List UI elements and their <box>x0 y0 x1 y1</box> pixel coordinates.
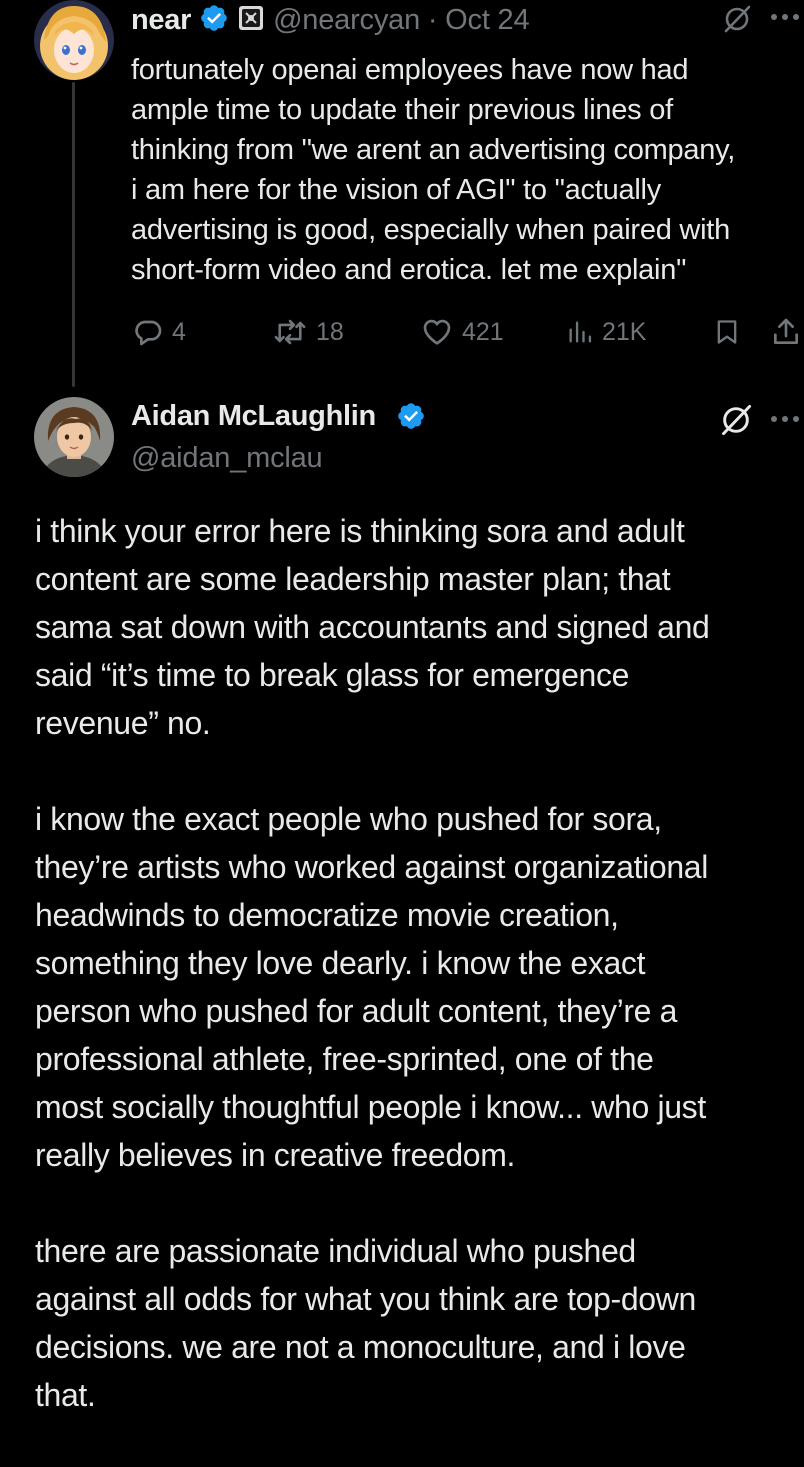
share-icon <box>774 318 798 344</box>
repost-icon <box>274 319 306 345</box>
handle[interactable]: @aidan_mclau <box>131 438 323 478</box>
tweet2-text: i think your error here is thinking sora… <box>35 507 801 1467</box>
paragraph: i know the exact people who pushed for s… <box>35 795 801 1179</box>
grok-icon[interactable] <box>722 4 752 39</box>
illustrated-avatar-icon <box>34 397 114 477</box>
text-line: against all odds for what you think are … <box>35 1281 696 1317</box>
verified-badge-icon <box>396 401 426 436</box>
like-button[interactable]: 421 <box>420 312 504 352</box>
text-line: i think your error here is thinking sora… <box>35 513 685 549</box>
tweet1-header: near @nearcyan · Oct 24 <box>131 0 530 40</box>
verified-badge-icon <box>199 3 229 38</box>
bookmark-icon <box>717 320 737 344</box>
text-line: they’re artists who worked against organ… <box>35 849 708 885</box>
text-line: sama sat down with accountants and signe… <box>35 609 710 645</box>
anime-avatar-icon <box>34 0 114 80</box>
grok-icon[interactable] <box>719 403 753 442</box>
view-count: 21K <box>602 317 647 346</box>
text-line: headwinds to democratize movie creation, <box>35 897 619 933</box>
text-line: i know the exact people who pushed for s… <box>35 801 662 837</box>
paragraph: there are passionate individual who push… <box>35 1227 801 1419</box>
tweet1-text: fortunately openai employees have now ha… <box>131 50 801 290</box>
repost-button[interactable]: 18 <box>272 312 344 352</box>
text-line: said “it’s time to break glass for emerg… <box>35 657 630 693</box>
thread-connector-line <box>72 82 75 387</box>
text-line: that. <box>35 1377 96 1413</box>
text-line: short-form video and erotica. let me exp… <box>131 254 687 286</box>
text-line: something they love dearly. i know the e… <box>35 945 646 981</box>
text-line: thinking from "we arent an advertising c… <box>131 134 736 166</box>
text-line: most socially thoughtful people i know..… <box>35 1089 706 1125</box>
like-count: 421 <box>462 317 504 346</box>
more-options-icon[interactable] <box>770 10 804 28</box>
text-line: there are passionate individual who push… <box>35 1233 636 1269</box>
text-line: content are some leadership master plan;… <box>35 561 671 597</box>
share-button[interactable] <box>770 312 802 352</box>
author-name[interactable]: Aidan McLaughlin <box>131 396 376 436</box>
text-line: ample time to update their previous line… <box>131 94 673 126</box>
heart-icon <box>423 319 451 345</box>
text-line: advertising is good, especially when pai… <box>131 214 730 246</box>
text-line: fortunately openai employees have now ha… <box>131 54 689 86</box>
reply-icon <box>135 320 162 346</box>
bookmark-button[interactable] <box>713 312 741 352</box>
text-line: person who pushed for adult content, the… <box>35 993 678 1029</box>
views-button[interactable]: 21K <box>566 312 646 352</box>
repost-count: 18 <box>316 317 344 346</box>
text-line: revenue” no. <box>35 705 211 741</box>
reply-count: 4 <box>172 317 186 346</box>
avatar[interactable] <box>34 397 114 477</box>
author-name[interactable]: near <box>131 4 191 37</box>
text-line: really believes in creative freedom. <box>35 1137 516 1173</box>
text-line: decisions. we are not a monoculture, and… <box>35 1329 686 1365</box>
views-chart-icon <box>569 321 592 343</box>
text-line: i am here for the vision of AGI" to "act… <box>131 174 661 206</box>
paragraph: i think your error here is thinking sora… <box>35 507 801 747</box>
more-options-icon[interactable] <box>770 412 804 430</box>
avatar[interactable] <box>34 0 114 80</box>
handle-and-date[interactable]: @nearcyan · Oct 24 <box>273 4 530 37</box>
reply-button[interactable]: 4 <box>132 312 186 352</box>
affiliate-badge-icon <box>237 4 265 37</box>
text-line: professional athlete, free-sprinted, one… <box>35 1041 654 1077</box>
